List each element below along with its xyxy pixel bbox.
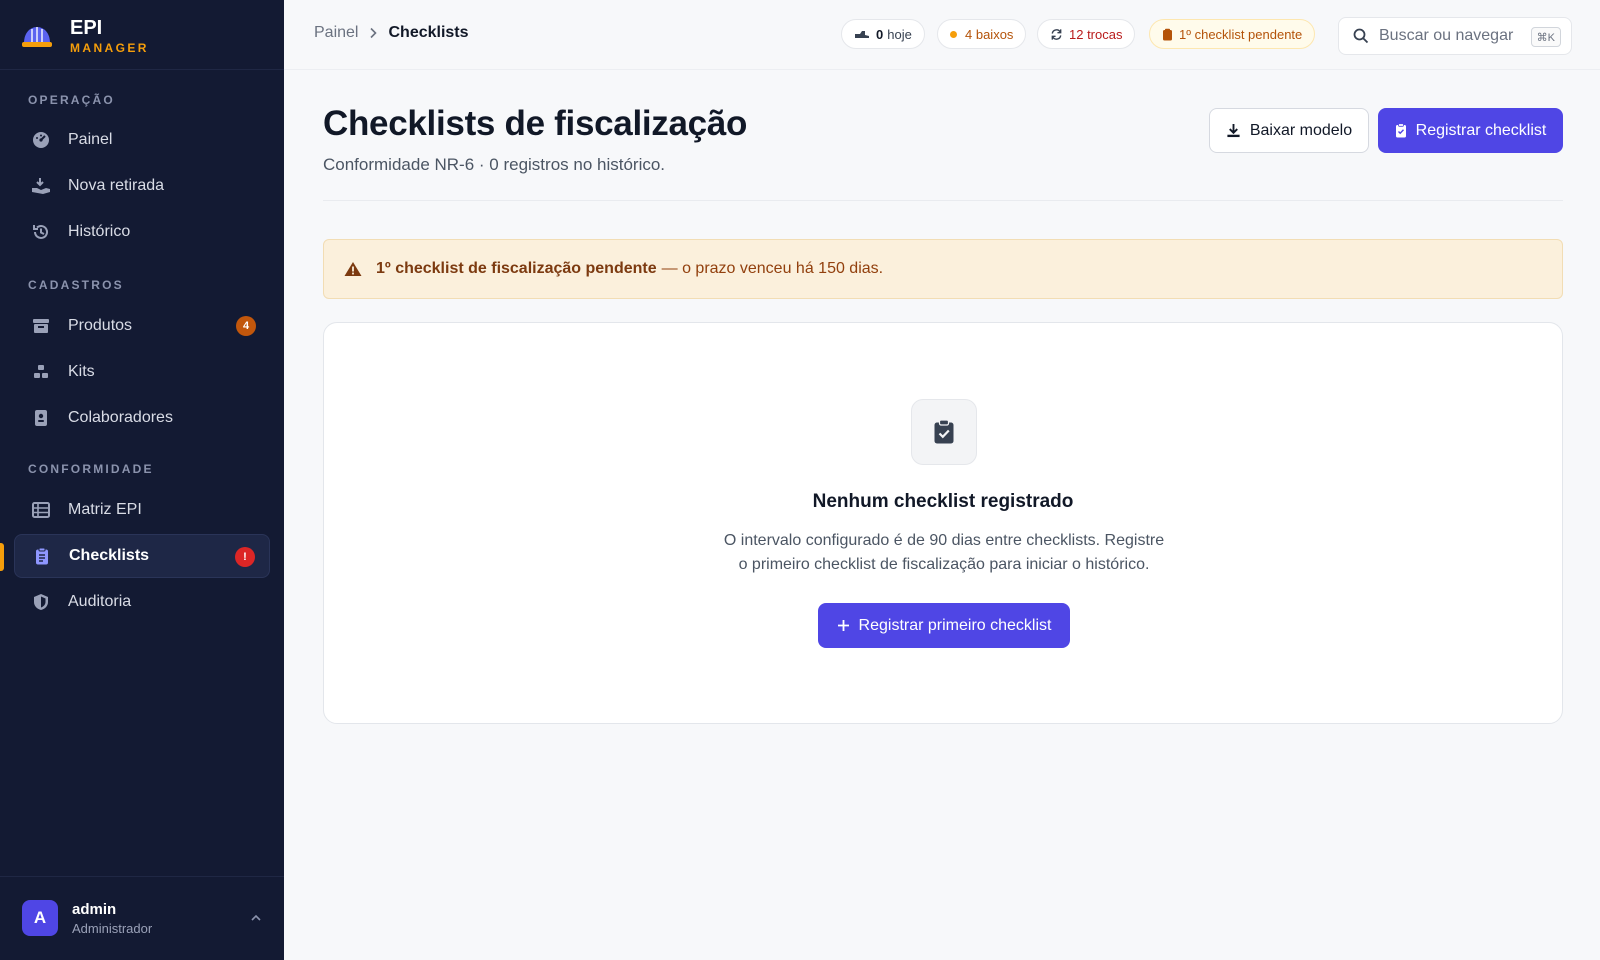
section-label-cadastros: CADASTROS <box>28 278 124 292</box>
section-label-operacao: OPERAÇÃO <box>28 93 115 107</box>
overdue-alert: 1º checklist de fiscalização pendente — … <box>323 239 1563 299</box>
download-icon <box>1226 123 1241 138</box>
register-checklist-label: Registrar checklist <box>1415 121 1547 139</box>
sidebar-item-auditoria[interactable]: Auditoria <box>14 580 270 624</box>
status-pill-today[interactable]: 0 hoje <box>841 19 925 49</box>
header-divider <box>323 200 1563 201</box>
empty-state-desc-line: O intervalo configurado é de 90 dias ent… <box>723 532 1165 549</box>
search-input[interactable]: Buscar ou navegar ⌘K <box>1338 17 1572 55</box>
empty-state-description: O intervalo configurado é de 90 dias ent… <box>694 529 1194 577</box>
empty-state-title: Nenhum checklist registrado <box>812 491 1074 512</box>
sidebar-item-checklists[interactable]: Checklists ! <box>14 534 270 578</box>
brand-divider <box>0 69 284 70</box>
sidebar-item-label: Auditoria <box>68 593 132 610</box>
avatar: A <box>22 900 58 936</box>
clipboard-check-icon <box>911 399 977 465</box>
dashboard-icon <box>31 130 51 150</box>
sidebar-item-kits[interactable]: Kits <box>14 350 270 394</box>
hardhat-logo-icon <box>22 27 52 47</box>
breadcrumb: Painel Checklists <box>314 24 469 42</box>
sidebar-item-nova-retirada[interactable]: Nova retirada <box>14 164 270 208</box>
user-divider <box>0 876 284 877</box>
sidebar-item-label: Histórico <box>68 223 131 240</box>
sidebar-item-historico[interactable]: Histórico <box>14 210 270 254</box>
download-template-button[interactable]: Baixar modelo <box>1209 108 1369 153</box>
sidebar-item-label: Kits <box>68 363 95 380</box>
sidebar-item-produtos[interactable]: Produtos 4 <box>14 304 270 348</box>
refresh-icon <box>1050 28 1063 41</box>
register-first-checklist-label: Registrar primeiro checklist <box>858 616 1052 634</box>
produtos-count-badge: 4 <box>236 316 256 336</box>
status-pill-checklist-pending[interactable]: 1º checklist pendente <box>1149 19 1316 49</box>
breadcrumb-parent-link[interactable]: Painel <box>314 24 358 42</box>
user-menu[interactable]: A admin Administrador <box>22 900 152 936</box>
sidebar-item-label: Matriz EPI <box>68 501 142 518</box>
sidebar-item-label: Nova retirada <box>68 177 165 194</box>
alert-title: 1º checklist de fiscalização pendente <box>376 260 657 277</box>
user-name: admin <box>72 900 117 918</box>
search-placeholder: Buscar ou navegar <box>1379 27 1514 44</box>
topbar: Painel Checklists 0 hoje 4 baixos 12 tro… <box>284 0 1600 70</box>
sidebar-item-colaboradores[interactable]: Colaboradores <box>14 396 270 440</box>
empty-state-card: Nenhum checklist registrado O intervalo … <box>323 322 1563 724</box>
sidebar-item-label: Produtos <box>68 317 133 334</box>
sidebar: EPI MANAGER OPERAÇÃO Painel Nova retirad… <box>0 0 284 960</box>
kits-icon <box>31 362 51 382</box>
page-subtitle: Conformidade NR-6 · 0 registros no histó… <box>323 155 666 174</box>
download-template-label: Baixar modelo <box>1249 121 1353 139</box>
clipboard-icon <box>1395 123 1407 138</box>
today-count: 0 <box>876 26 884 42</box>
chevron-up-icon[interactable] <box>248 910 264 926</box>
matrix-table-icon <box>31 500 51 520</box>
page-title: Checklists de fiscalização <box>323 104 748 143</box>
brand-subtitle: MANAGER <box>70 41 149 55</box>
sidebar-item-label: Checklists <box>69 547 150 564</box>
warning-dot-icon <box>950 30 957 38</box>
chevron-right-icon <box>368 27 378 39</box>
brand[interactable]: EPI MANAGER <box>20 14 149 58</box>
register-checklist-button[interactable]: Registrar checklist <box>1378 108 1563 153</box>
breadcrumb-current: Checklists <box>388 24 469 41</box>
status-pill-low-stock[interactable]: 4 baixos <box>937 19 1027 49</box>
today-label: hoje <box>887 26 912 42</box>
warning-icon <box>344 261 362 277</box>
sidebar-item-painel[interactable]: Painel <box>14 118 270 162</box>
pending-label: 1º checklist pendente <box>1179 26 1303 42</box>
swaps-label: 12 trocas <box>1069 26 1123 42</box>
clipboard-icon <box>1162 28 1173 41</box>
register-first-checklist-button[interactable]: Registrar primeiro checklist <box>818 603 1070 648</box>
section-label-conformidade: CONFORMIDADE <box>28 462 154 476</box>
plus-icon <box>837 619 850 632</box>
keyboard-shortcut: ⌘K <box>1530 27 1561 47</box>
empty-state-desc-line: o primeiro checklist de fiscalização par… <box>738 556 1150 573</box>
sidebar-item-matriz-epi[interactable]: Matriz EPI <box>14 488 270 532</box>
id-badge-icon <box>31 408 51 428</box>
search-icon <box>1353 28 1369 44</box>
user-role: Administrador <box>72 920 153 936</box>
sidebar-item-label: Colaboradores <box>68 409 173 426</box>
brand-title: EPI <box>70 17 103 39</box>
low-stock-label: 4 baixos <box>965 26 1014 42</box>
history-icon <box>31 222 51 242</box>
clipboard-icon <box>32 546 52 566</box>
boot-icon <box>854 28 870 40</box>
sidebar-item-label: Painel <box>68 131 113 148</box>
checklists-alert-badge: ! <box>235 547 255 567</box>
box-icon <box>31 316 51 336</box>
status-pill-swaps[interactable]: 12 trocas <box>1037 19 1136 49</box>
hand-withdraw-icon <box>31 176 51 196</box>
active-indicator <box>0 543 4 571</box>
shield-icon <box>31 592 51 612</box>
alert-text: — o prazo venceu há 150 dias. <box>661 260 884 277</box>
